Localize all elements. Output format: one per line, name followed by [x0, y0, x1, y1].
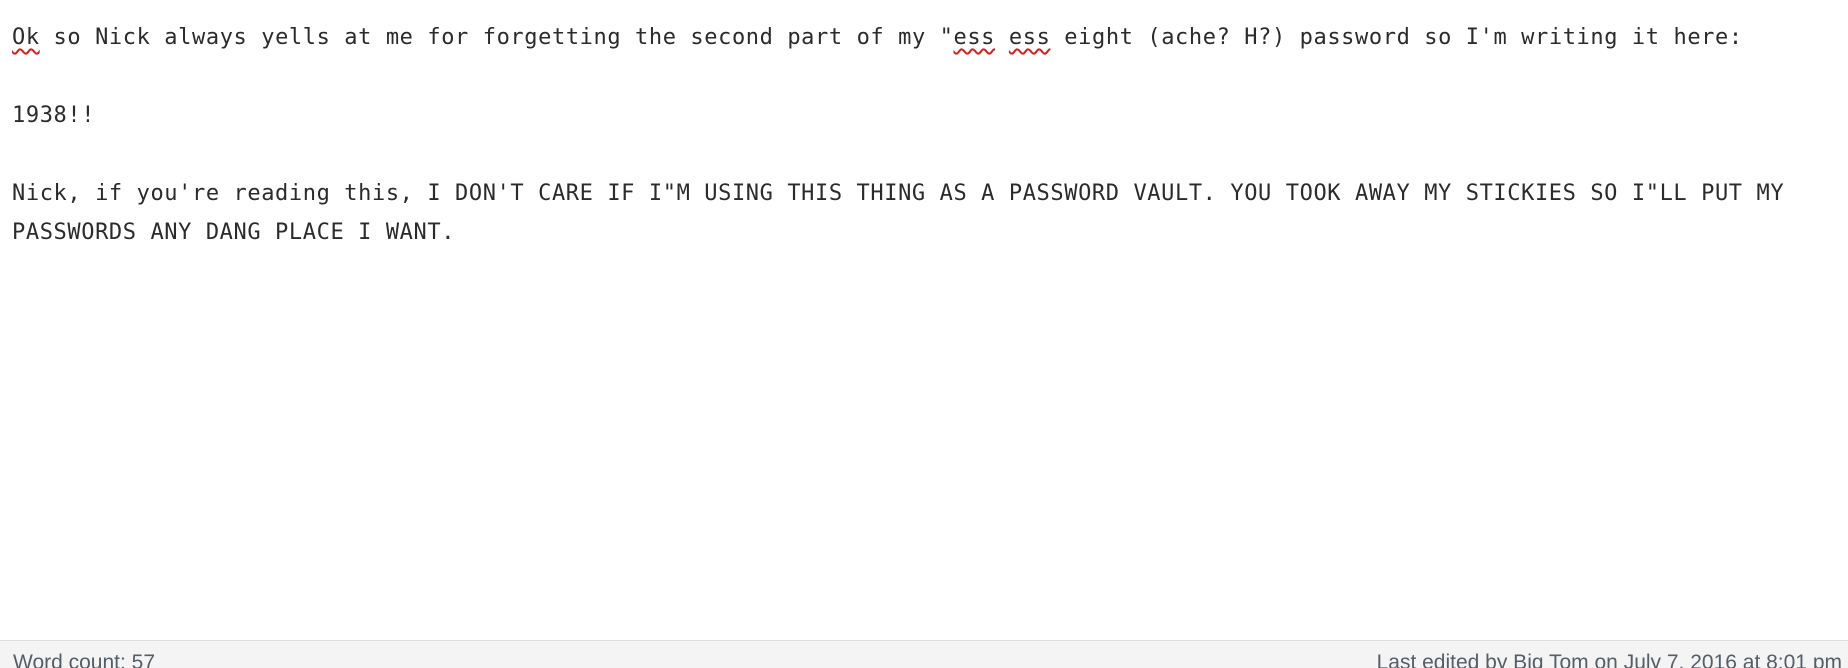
paragraph-1-space: [995, 25, 1009, 50]
misspelled-word-ok[interactable]: Ok: [12, 25, 40, 50]
paragraph-1: Ok so Nick always yells at me for forget…: [12, 18, 1832, 57]
paragraph-2: 1938!!: [12, 103, 96, 128]
paragraph-1-text-a: so Nick always yells at me for forgettin…: [39, 25, 954, 50]
misspelled-word-ess-1[interactable]: ess: [953, 25, 995, 50]
misspelled-word-ess-2[interactable]: ess: [1009, 25, 1051, 50]
text-editor[interactable]: Ok so Nick always yells at me for forget…: [0, 0, 1848, 640]
last-edited-info: Last edited by Big Tom on July 7, 2016 a…: [1376, 651, 1842, 668]
paragraph-1-text-b: eight (ache? H?) password so I'm writing…: [1050, 25, 1743, 50]
paragraph-3: Nick, if you're reading this, I DON'T CA…: [12, 181, 1799, 245]
word-count: Word count: 57: [13, 651, 156, 668]
status-bar: Word count: 57 Last edited by Big Tom on…: [0, 640, 1848, 668]
